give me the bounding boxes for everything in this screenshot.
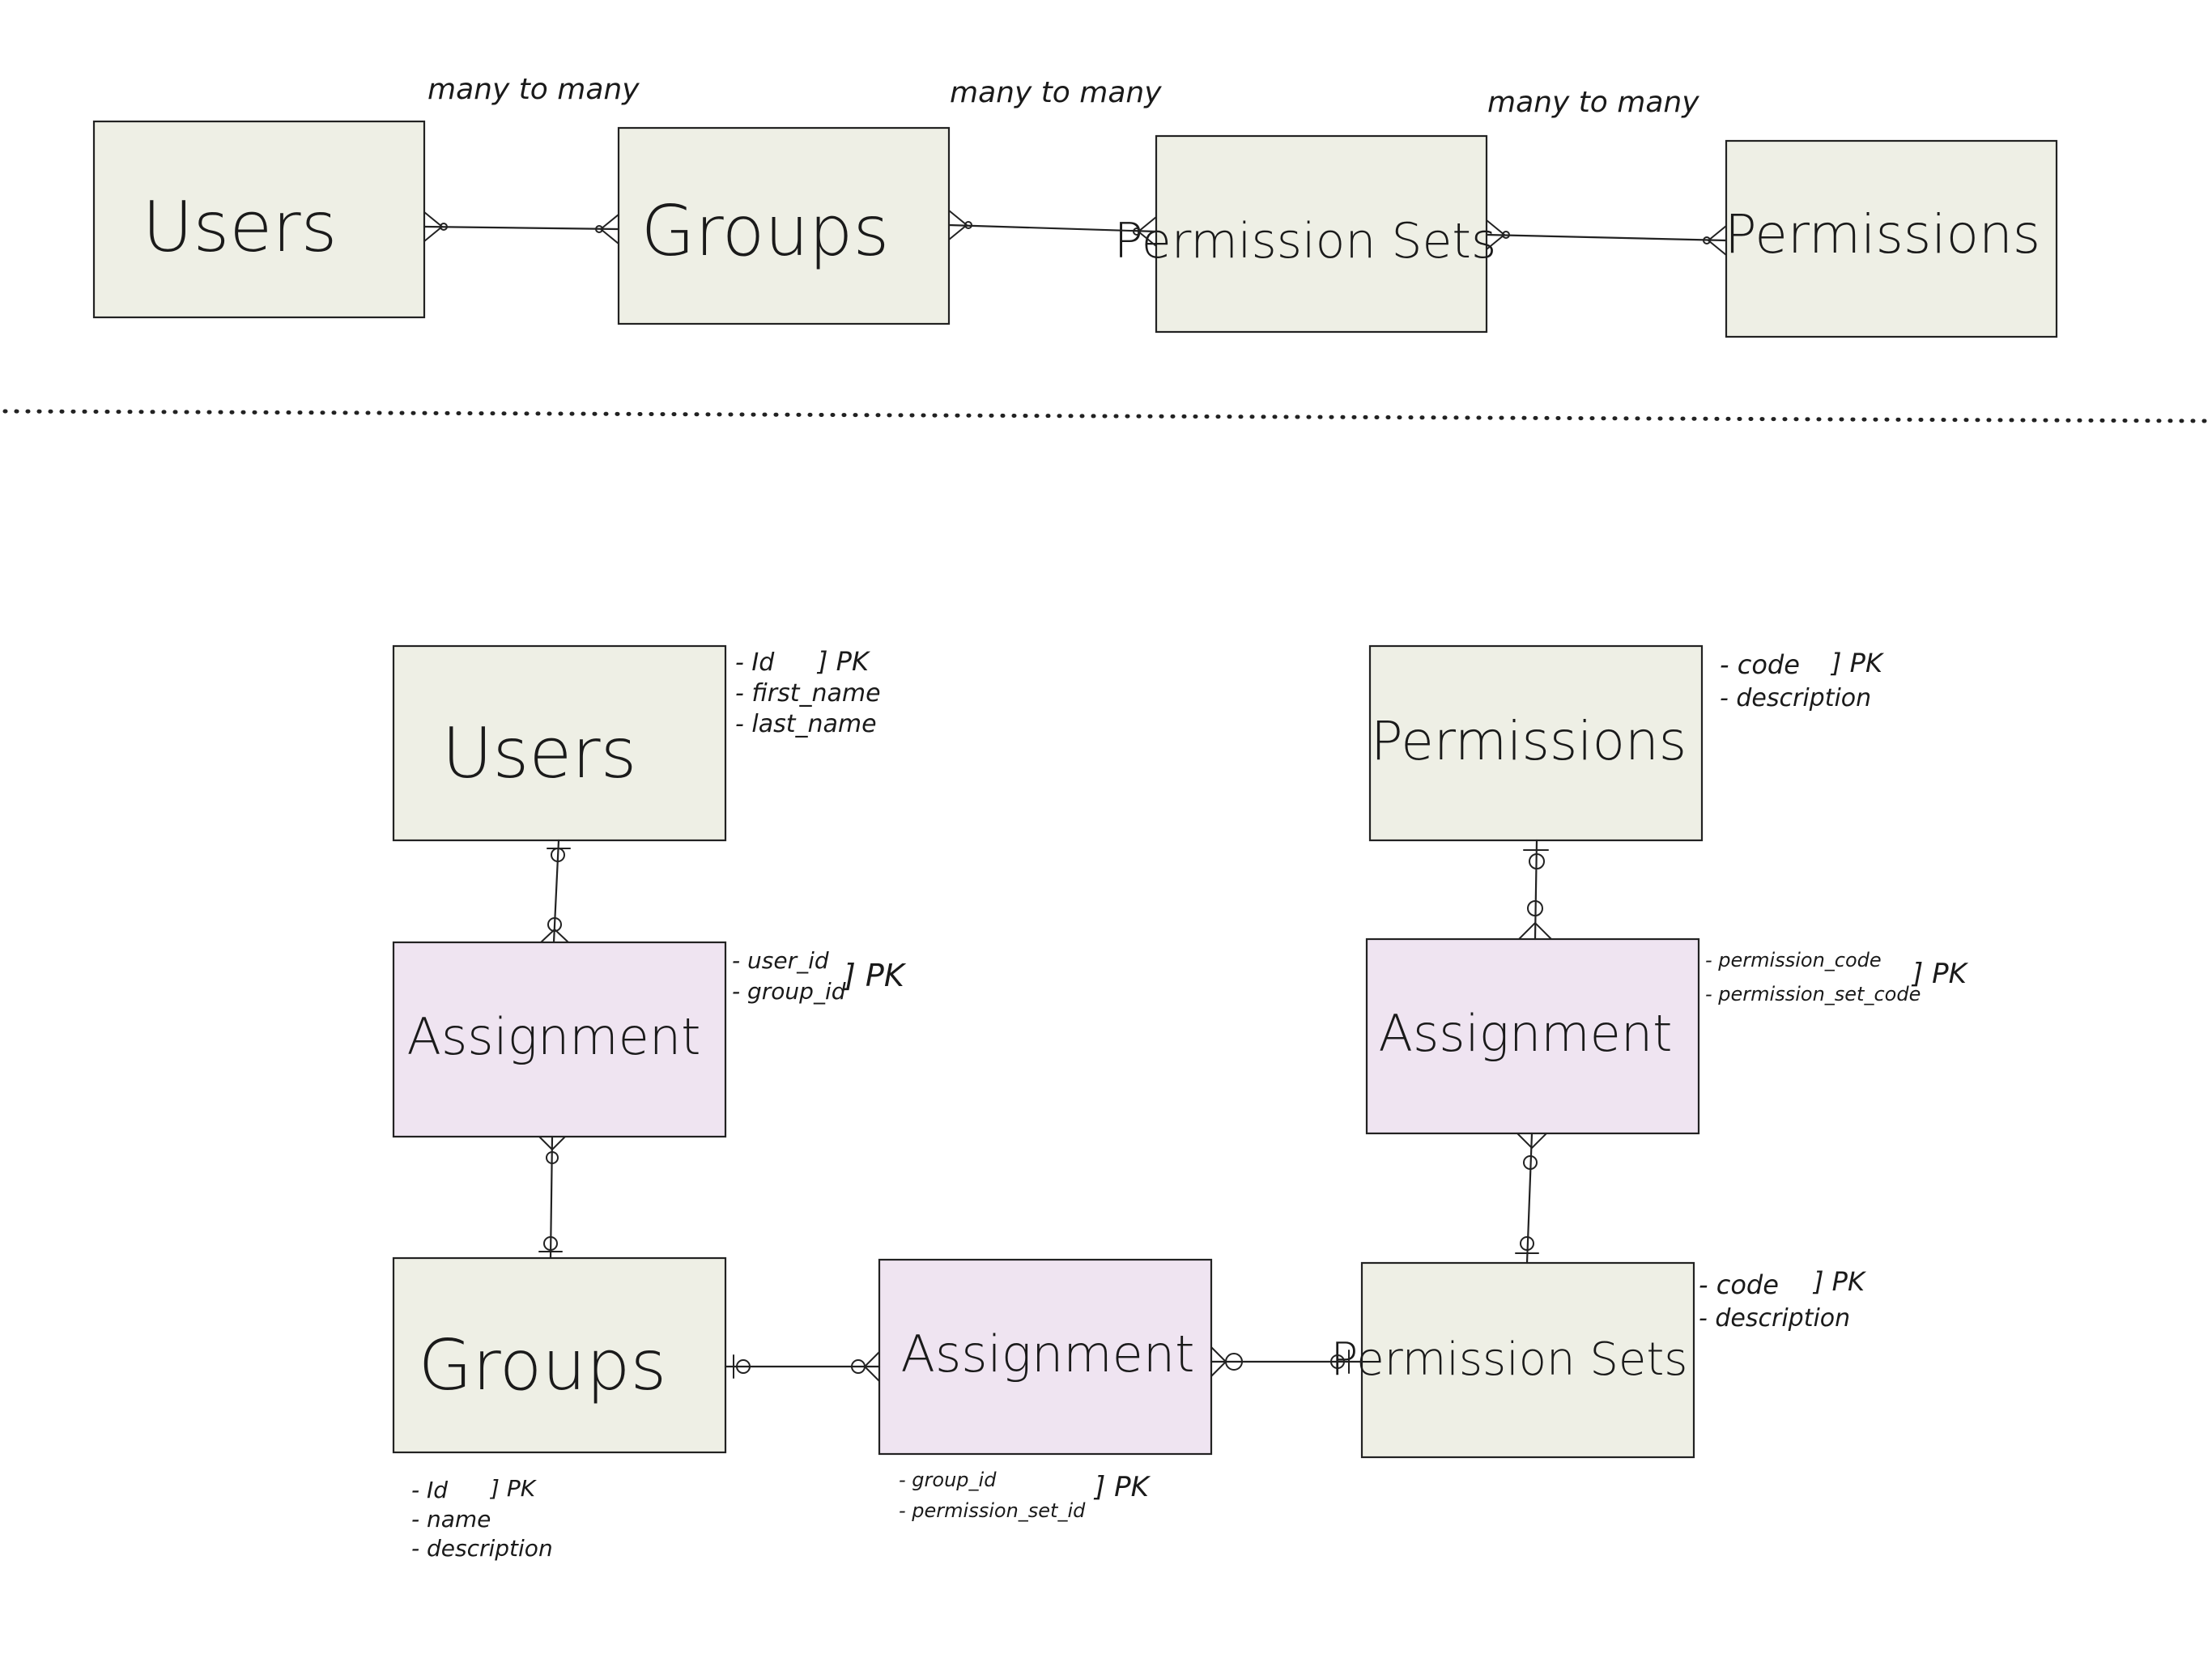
groups-title: Groups [419,1325,667,1406]
detail-section: Users - Id - first_name - last_name ] PK… [392,644,1969,1562]
permission-assignment-pk-label: ] PK [1911,958,1969,990]
users-assignment-edge [540,839,571,944]
groups-field-description: - description [411,1535,553,1562]
groups-field-name: - name [411,1506,491,1533]
overview-permissions-title: Permissions [1725,203,2040,266]
users-field-first-name: - first_name [735,679,881,708]
group-permissionset-assignment-title: Assignment [901,1324,1195,1384]
permissions-field-description: - description [1720,684,1871,712]
permission-sets-fields: - code - description ] PK [1699,1266,1867,1333]
users-pk-label: ] PK [816,646,871,677]
overview-users-groups-edge [423,211,620,244]
groups-pk-label: ] PK [489,1475,538,1502]
permission-sets-field-code: - code [1699,1269,1779,1300]
group-permissionset-assignment-field-group-id: - group_id [899,1469,997,1491]
permissions-title: Permissions [1371,710,1687,772]
permission-sets-pk-label: ] PK [1812,1266,1867,1297]
users-fields: - Id - first_name - last_name ] PK [735,646,881,738]
permissions-fields: - code - description ] PK [1720,648,1885,712]
groups-fields: - Id - name - description ] PK [411,1475,553,1562]
group-permissionset-assignment-pk-label: ] PK [1093,1471,1151,1503]
relationship-label-2: many to many [950,76,1162,109]
permissions-pk-label: ] PK [1830,648,1885,678]
permission-sets-title: Permission Sets [1331,1333,1688,1386]
permission-assignment-field-permission-set-code: - permission_set_code [1705,983,1921,1005]
group-permissionset-assignment-field-permission-set-id: - permission_set_id [899,1499,1086,1522]
users-field-id: - Id [735,648,775,677]
user-group-assignment-field-user-id: - user_id [732,947,829,974]
overview-groups-title: Groups [641,191,890,272]
overview-permissionsets-permissions-edge [1485,219,1728,256]
permission-assignment-title: Assignment [1379,1004,1673,1063]
group-permissionset-assignment-fields: - group_id - permission_set_id ] PK [899,1469,1151,1522]
user-group-assignment-field-group-id: - group_id [732,978,846,1005]
permission-assignment-permissionsets-edge [1515,1132,1547,1265]
overview-section: Users Groups Permission Sets Permissions… [92,73,2058,338]
er-diagram: Users Groups Permission Sets Permissions… [2,73,2210,1562]
user-group-assignment-fields: - user_id - group_id ] PK [732,947,907,1005]
user-group-assignment-title: Assignment [407,1007,701,1066]
groups-assignment-edge [724,1351,881,1382]
overview-permission-sets-title: Permission Sets [1114,213,1496,270]
user-group-assignment-pk-label: ] PK [842,958,907,993]
groups-field-id: - Id [411,1477,448,1503]
users-title: Users [442,713,637,794]
permissions-assignment-edge [1518,839,1552,941]
section-separator [2,409,2210,423]
permission-sets-field-description: - description [1699,1304,1850,1333]
assignment-groups-edge [538,1135,566,1260]
overview-users-title: Users [143,187,338,268]
permission-assignment-fields: - permission_code - permission_set_code … [1705,949,1969,1005]
relationship-label-1: many to many [428,73,640,106]
users-field-last-name: - last_name [735,710,877,738]
permission-assignment-field-permission-code: - permission_code [1705,949,1882,971]
relationship-label-3: many to many [1487,86,1699,119]
permissions-field-code: - code [1720,649,1800,680]
